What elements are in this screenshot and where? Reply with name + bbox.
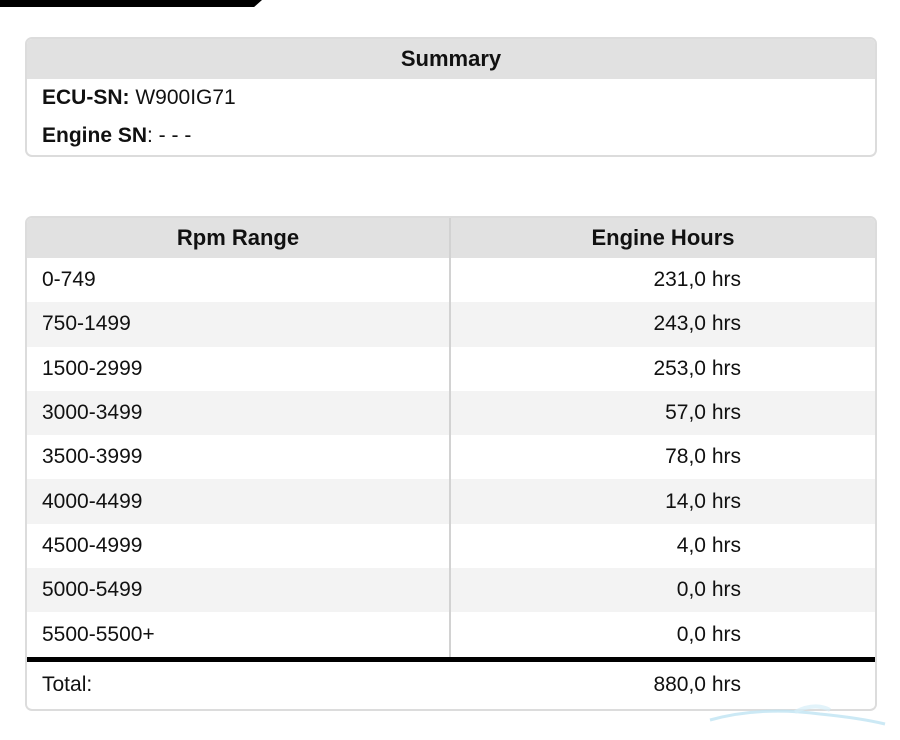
table-header-row: Rpm Range Engine Hours: [27, 218, 875, 258]
table-row: 3000-3499 57,0 hrs: [27, 390, 875, 436]
summary-title: Summary: [27, 39, 875, 79]
engine-hours-cell: 231,0 hrs: [450, 258, 875, 303]
column-header-rpm-range: Rpm Range: [27, 218, 451, 258]
rpm-range-cell: 0-749: [27, 258, 451, 303]
rpm-range-cell: 5000-5499: [27, 568, 451, 613]
table-row: 5000-5499 0,0 hrs: [27, 568, 875, 613]
ecu-sn-label: ECU-SN:: [42, 86, 130, 109]
engine-hours-cell: 0,0 hrs: [450, 612, 875, 660]
engine-hours-cell: 14,0 hrs: [450, 479, 875, 524]
engine-hours-cell: 253,0 hrs: [450, 346, 875, 391]
rpm-hours-table: Rpm Range Engine Hours 0-749 231,0 hrs 7…: [27, 218, 875, 708]
table-row: 4000-4499 14,0 hrs: [27, 479, 875, 524]
engine-hours-cell: 4,0 hrs: [450, 523, 875, 569]
ecu-sn-line: ECU-SN: W900IG71: [27, 79, 875, 117]
rpm-range-cell: 3500-3999: [27, 435, 451, 480]
rpm-range-cell: 1500-2999: [27, 346, 451, 391]
table-row: 0-749 231,0 hrs: [27, 258, 875, 303]
rpm-range-cell: 4000-4499: [27, 479, 451, 524]
engine-sn-value: : - - -: [147, 124, 192, 147]
rpm-hours-panel: Rpm Range Engine Hours 0-749 231,0 hrs 7…: [25, 216, 877, 711]
rpm-range-cell: 750-1499: [27, 302, 451, 347]
table-row: 4500-4999 4,0 hrs: [27, 523, 875, 569]
table-row: 750-1499 243,0 hrs: [27, 302, 875, 347]
boat-watermark-icon: [709, 704, 886, 726]
rpm-range-cell: 4500-4999: [27, 523, 451, 569]
engine-hours-cell: 78,0 hrs: [450, 435, 875, 480]
engine-hours-cell: 243,0 hrs: [450, 302, 875, 347]
engine-hours-cell: 57,0 hrs: [450, 390, 875, 436]
column-header-engine-hours: Engine Hours: [450, 218, 875, 258]
engine-sn-line: Engine SN: - - -: [27, 117, 875, 155]
table-row: 3500-3999 78,0 hrs: [27, 435, 875, 480]
rpm-range-cell: 5500-5500+: [27, 612, 451, 660]
table-row: 5500-5500+ 0,0 hrs: [27, 612, 875, 660]
total-label: Total:: [27, 656, 450, 708]
rpm-range-cell: 3000-3499: [27, 390, 451, 436]
engine-sn-label: Engine SN: [42, 124, 148, 147]
table-row: 1500-2999 253,0 hrs: [27, 346, 875, 391]
ecu-sn-value: W900IG71: [129, 86, 236, 109]
summary-panel: Summary ECU-SN: W900IG71 Engine SN: - - …: [25, 37, 877, 157]
engine-hours-cell: 0,0 hrs: [450, 568, 875, 613]
top-accent-bar: [0, 0, 262, 7]
